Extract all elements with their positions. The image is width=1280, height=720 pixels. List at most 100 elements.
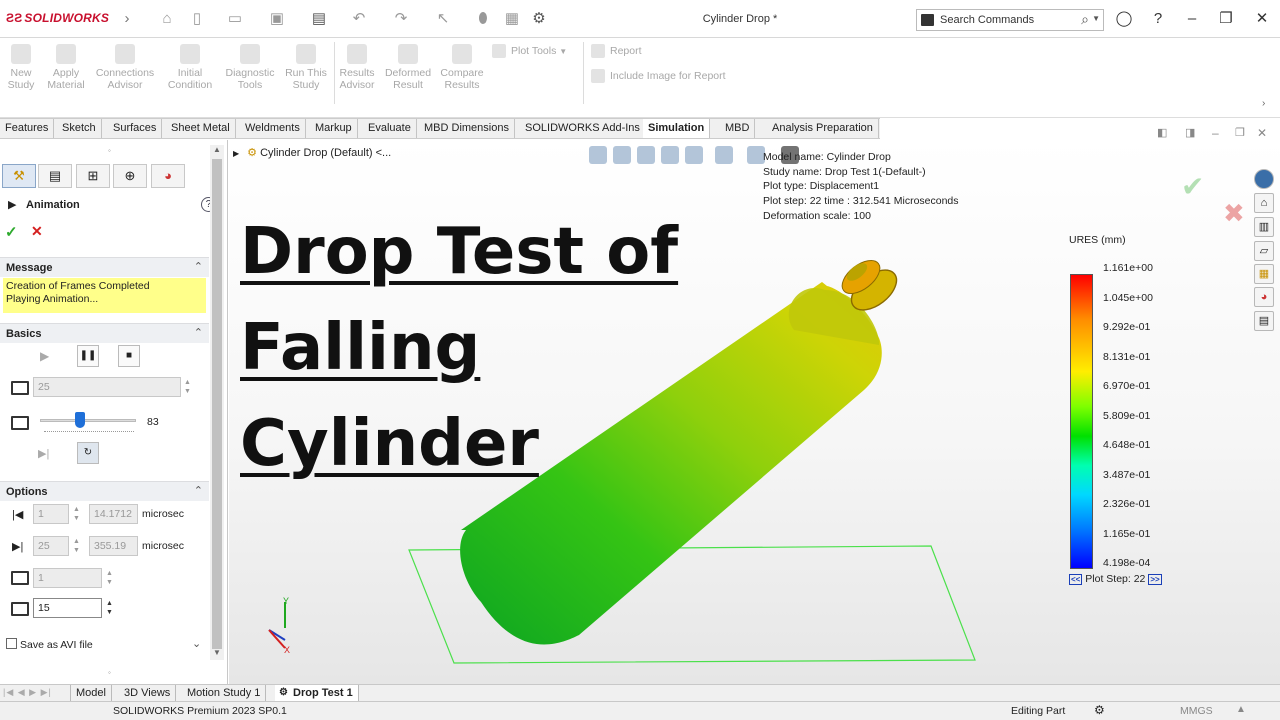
- tab-3d-views[interactable]: 3D Views: [119, 685, 177, 701]
- redo-icon[interactable]: ↷: [392, 10, 410, 28]
- panel-grip-icon[interactable]: ◦: [108, 668, 111, 677]
- view-restore-icon[interactable]: ❐: [1235, 126, 1245, 139]
- undo-icon[interactable]: ↶: [350, 10, 368, 28]
- user-account-icon[interactable]: ◯: [1112, 8, 1136, 30]
- tab-surfaces[interactable]: Surfaces: [108, 119, 163, 138]
- view-minimize-icon[interactable]: –: [1212, 126, 1219, 140]
- notification-icon[interactable]: ▲: [1236, 704, 1246, 715]
- tile-right-icon[interactable]: ◨: [1185, 126, 1195, 139]
- fps-field[interactable]: 15: [33, 598, 102, 618]
- scrollbar-thumb[interactable]: [212, 159, 222, 649]
- step-increment-field[interactable]: 1: [33, 568, 102, 588]
- chevron-down-icon[interactable]: ▼: [1092, 14, 1100, 23]
- tab-drop-test[interactable]: ⚙ Drop Test 1: [275, 685, 359, 701]
- save-avi-checkbox[interactable]: [6, 638, 17, 649]
- stop-button[interactable]: ■: [118, 345, 140, 367]
- tab-features[interactable]: Features: [0, 119, 55, 138]
- tab-sketch[interactable]: Sketch: [57, 119, 102, 138]
- end-step-field[interactable]: 25: [33, 536, 69, 556]
- deformed-result-button[interactable]: Deformed Result: [382, 42, 434, 106]
- start-step-field[interactable]: 1: [33, 504, 69, 524]
- report-button[interactable]: Report: [591, 44, 642, 58]
- ok-check-icon[interactable]: ✓: [5, 223, 18, 241]
- new-document-icon[interactable]: ▯: [188, 10, 206, 28]
- increment-spinner[interactable]: ▲ ▼: [106, 569, 113, 587]
- collapse-icon[interactable]: ⌃: [194, 260, 203, 273]
- collapse-icon[interactable]: ⌃: [194, 484, 203, 497]
- tab-sheet-metal[interactable]: Sheet Metal: [166, 119, 236, 138]
- scroll-down-icon[interactable]: ▼: [213, 648, 221, 657]
- restore-button[interactable]: ❐: [1214, 8, 1238, 30]
- tab-analysis-preparation[interactable]: Analysis Preparation: [767, 119, 879, 138]
- view-close-icon[interactable]: ✕: [1257, 126, 1267, 140]
- tab-property-manager[interactable]: ▤: [38, 164, 72, 188]
- speed-slider-thumb[interactable]: [75, 412, 86, 428]
- end-step-spinner[interactable]: ▲ ▼: [73, 537, 80, 555]
- tab-feature-tree[interactable]: ⚒: [2, 164, 36, 188]
- next-step-button[interactable]: >>: [1148, 574, 1162, 585]
- panel-grip-icon[interactable]: ◦: [108, 146, 111, 155]
- help-icon[interactable]: ?: [1146, 8, 1170, 30]
- search-commands-box[interactable]: Search Commands ⌕ ▼: [916, 9, 1104, 31]
- expand-icon[interactable]: ⌄: [192, 637, 201, 650]
- initial-condition-button[interactable]: Initial Condition: [163, 42, 217, 106]
- tab-evaluate[interactable]: Evaluate: [363, 119, 417, 138]
- select-arrow-icon[interactable]: ↖: [434, 10, 452, 28]
- start-time-field[interactable]: 14.1712: [89, 504, 138, 524]
- apply-material-button[interactable]: Apply Material: [44, 42, 88, 106]
- collapse-ribbon-icon[interactable]: ›: [1262, 98, 1265, 109]
- cancel-x-icon[interactable]: ✕: [31, 223, 43, 240]
- print-icon[interactable]: ▤: [310, 10, 328, 28]
- file-properties-icon[interactable]: ▦: [503, 10, 521, 28]
- tab-mbd[interactable]: MBD: [720, 119, 756, 138]
- collapse-icon[interactable]: ⌃: [194, 326, 203, 339]
- options-section-header[interactable]: Options ⌃: [0, 481, 209, 501]
- search-icon[interactable]: ⌕: [1081, 11, 1089, 28]
- save-icon[interactable]: ▣: [268, 10, 286, 28]
- speed-slider-track[interactable]: [40, 419, 136, 422]
- tab-addins[interactable]: SOLIDWORKS Add-Ins: [520, 119, 646, 138]
- end-time-field[interactable]: 355.19: [89, 536, 138, 556]
- minimize-button[interactable]: –: [1180, 8, 1204, 30]
- graphics-area[interactable]: ▶ ⚙ Cylinder Drop (Default) <... Model na…: [229, 126, 1280, 685]
- frames-spinner[interactable]: ▲ ▼: [184, 378, 191, 396]
- tab-mbd-dimensions[interactable]: MBD Dimensions: [419, 119, 515, 138]
- rebuild-status-icon[interactable]: ⚙: [1094, 703, 1105, 717]
- results-advisor-button[interactable]: Results Advisor: [337, 42, 377, 106]
- include-image-button[interactable]: Include Image for Report: [591, 69, 726, 83]
- options-gear-icon[interactable]: ⚙: [530, 10, 548, 28]
- loop-button[interactable]: ↻: [77, 442, 99, 464]
- play-button[interactable]: ▶: [40, 349, 49, 363]
- scroll-up-icon[interactable]: ▲: [213, 145, 221, 154]
- unit-system[interactable]: MMGS: [1180, 705, 1213, 717]
- panel-scrollbar[interactable]: ▲ ▼: [210, 145, 224, 660]
- tile-left-icon[interactable]: ◧: [1157, 126, 1167, 139]
- connections-advisor-button[interactable]: Connections Advisor: [93, 42, 157, 106]
- tab-motion-study[interactable]: Motion Study 1: [182, 685, 267, 701]
- tab-simulation[interactable]: Simulation: [643, 119, 711, 138]
- close-button[interactable]: ✕: [1250, 8, 1274, 30]
- run-study-button[interactable]: Run This Study: [283, 42, 329, 106]
- step-forward-button[interactable]: ▶|: [38, 447, 49, 460]
- new-study-button[interactable]: New Study: [4, 42, 38, 106]
- expand-menu-icon[interactable]: ›: [118, 10, 136, 28]
- tab-display-manager[interactable]: ◕: [151, 164, 185, 188]
- tab-markup[interactable]: Markup: [310, 119, 358, 138]
- start-step-spinner[interactable]: ▲ ▼: [73, 505, 80, 523]
- home-icon[interactable]: ⌂: [158, 10, 176, 28]
- tab-weldments[interactable]: Weldments: [240, 119, 306, 138]
- tab-model[interactable]: Model: [70, 685, 112, 701]
- basics-section-header[interactable]: Basics ⌃: [0, 323, 209, 343]
- rebuild-icon[interactable]: ⬮: [474, 10, 492, 28]
- pause-button[interactable]: ❚❚: [77, 345, 99, 367]
- tab-dimxpert[interactable]: ⊕: [113, 164, 147, 188]
- message-section-header[interactable]: Message ⌃: [0, 257, 209, 277]
- search-input[interactable]: Search Commands: [940, 14, 1034, 26]
- plot-tools-button[interactable]: Plot Tools ▼: [492, 44, 567, 58]
- tab-navigation-arrows[interactable]: |◀ ◀ ▶ ▶|: [3, 687, 52, 698]
- fps-spinner[interactable]: ▲ ▼: [106, 599, 113, 617]
- compare-results-button[interactable]: Compare Results: [439, 42, 485, 106]
- frames-field[interactable]: 25: [33, 377, 181, 397]
- diagnostic-tools-button[interactable]: Diagnostic Tools: [222, 42, 278, 106]
- open-folder-icon[interactable]: ▭: [226, 10, 244, 28]
